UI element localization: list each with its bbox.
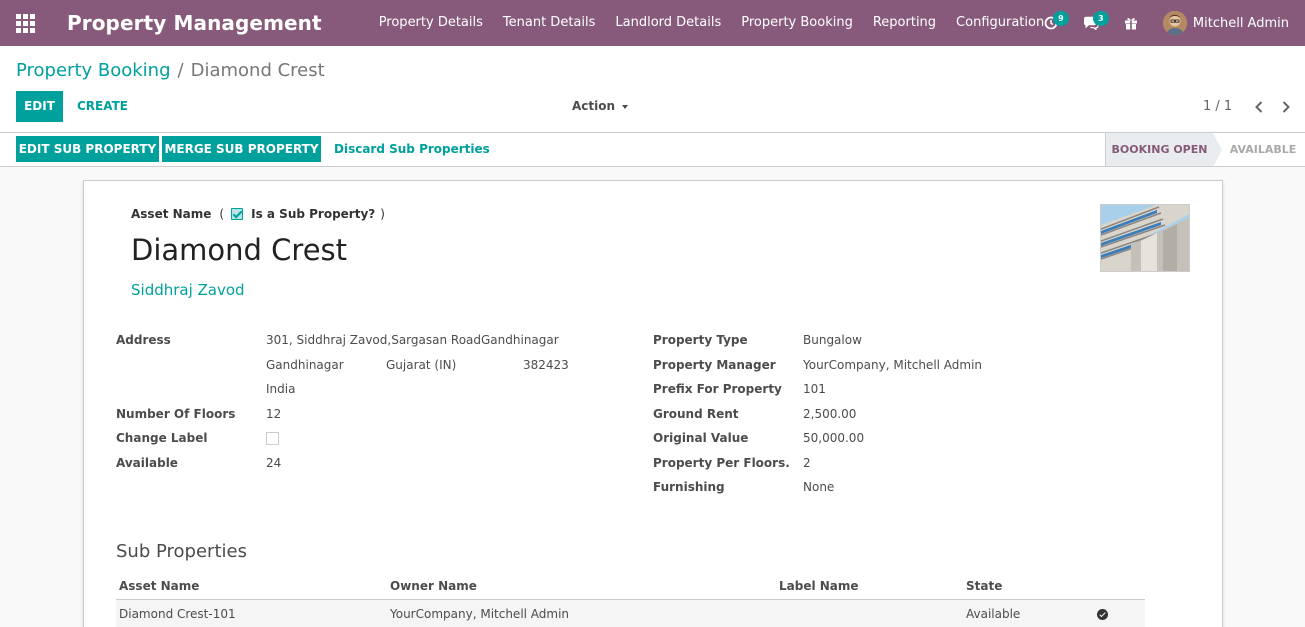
is-sub-property-checkbox[interactable] <box>231 208 244 220</box>
prefix-label: Prefix For Property <box>653 382 782 396</box>
messages-badge: 3 <box>1092 11 1109 26</box>
available-label: Available <box>116 456 178 470</box>
column-state[interactable]: State <box>966 579 1002 593</box>
address-state[interactable]: Gujarat (IN) <box>386 358 456 372</box>
menu-item-tenant-details[interactable]: Tenant Details <box>493 0 605 46</box>
original-value-label: Original Value <box>653 431 749 445</box>
property-per-floors-value[interactable]: 2 <box>803 456 811 470</box>
property-owner-link[interactable]: Siddhraj Zavod <box>131 281 245 299</box>
user-name: Mitchell Admin <box>1192 15 1289 31</box>
pager-next-icon[interactable] <box>1276 91 1296 122</box>
top-navbar: Property Management Property Details Ten… <box>0 0 1305 46</box>
floors-value[interactable]: 12 <box>266 407 281 421</box>
table-row[interactable]: Diamond Crest-101 YourCompany, Mitchell … <box>116 600 1145 627</box>
column-label-name[interactable]: Label Name <box>779 579 859 593</box>
ground-rent-value[interactable]: 2,500.00 <box>803 407 856 421</box>
paren-close: ) <box>380 207 385 221</box>
menu-item-property-details[interactable]: Property Details <box>369 0 493 46</box>
row-owner-name: YourCompany, Mitchell Admin <box>390 607 570 621</box>
systray: 9 3 Mitchell Admin <box>1031 0 1305 46</box>
property-manager-value[interactable]: YourCompany, Mitchell Admin <box>803 358 982 372</box>
address-label: Address <box>116 333 171 347</box>
pager-value[interactable]: 1 / 1 <box>1203 91 1232 122</box>
is-sub-property-label: Is a Sub Property? <box>251 207 376 221</box>
activity-badge: 9 <box>1052 11 1069 26</box>
original-value-value[interactable]: 50,000.00 <box>803 431 864 445</box>
breadcrumb-current: Diamond Crest <box>190 60 325 81</box>
edit-button[interactable]: EDIT <box>16 91 63 122</box>
address-city[interactable]: Gandhinagar <box>266 358 344 372</box>
floors-label: Number Of Floors <box>116 407 236 421</box>
property-type-value[interactable]: Bungalow <box>803 333 862 347</box>
furnishing-label: Furnishing <box>653 480 725 494</box>
edit-sub-property-button[interactable]: EDIT SUB PROPERTY <box>16 136 159 162</box>
form-statusbar: EDIT SUB PROPERTY MERGE SUB PROPERTY Dis… <box>0 133 1305 167</box>
row-state: Available <box>966 607 1021 621</box>
create-button[interactable]: CREATE <box>77 91 128 122</box>
form-sheet: Asset Name ( Is a Sub Property? ) Diamon… <box>83 180 1223 627</box>
user-menu[interactable]: Mitchell Admin <box>1151 0 1305 46</box>
activity-clock-icon[interactable]: 9 <box>1031 0 1071 46</box>
check-circle-icon[interactable] <box>1097 609 1108 620</box>
property-per-floors-label: Property Per Floors. <box>653 456 790 470</box>
breadcrumb-property-booking[interactable]: Property Booking <box>16 60 171 81</box>
column-owner-name[interactable]: Owner Name <box>390 579 477 593</box>
address-country[interactable]: India <box>266 382 295 396</box>
available-value[interactable]: 24 <box>266 456 281 470</box>
asset-name-header: Asset Name ( Is a Sub Property? ) <box>131 207 388 221</box>
apps-menu-icon[interactable] <box>0 0 50 46</box>
caret-down-icon <box>622 104 629 109</box>
gift-icon[interactable] <box>1111 0 1151 46</box>
breadcrumb: Property Booking / Diamond Crest <box>16 60 325 81</box>
breadcrumb-separator: / <box>177 60 184 81</box>
control-panel: Property Booking / Diamond Crest EDIT CR… <box>0 46 1305 133</box>
property-type-label: Property Type <box>653 333 748 347</box>
property-name[interactable]: Diamond Crest <box>131 233 347 267</box>
address-street[interactable]: 301, Siddhraj Zavod,Sargasan RoadGandhin… <box>266 333 559 347</box>
main-menu: Property Details Tenant Details Landlord… <box>369 0 1055 46</box>
stage-available[interactable]: AVAILABLE <box>1213 133 1305 166</box>
paren-open: ( <box>219 207 225 221</box>
sub-properties-title: Sub Properties <box>116 541 247 562</box>
messages-chat-icon[interactable]: 3 <box>1071 0 1111 46</box>
furnishing-value[interactable]: None <box>803 480 834 494</box>
sub-properties-table: Asset Name Owner Name Label Name State D… <box>116 574 1145 627</box>
merge-sub-property-button[interactable]: MERGE SUB PROPERTY <box>162 136 321 162</box>
stage-booking-open[interactable]: BOOKING OPEN <box>1105 133 1213 166</box>
row-asset-name: Diamond Crest-101 <box>119 607 236 621</box>
app-brand[interactable]: Property Management <box>67 11 322 35</box>
table-header: Asset Name Owner Name Label Name State <box>116 574 1145 600</box>
discard-sub-properties-button[interactable]: Discard Sub Properties <box>334 136 490 162</box>
column-asset-name[interactable]: Asset Name <box>119 579 199 593</box>
action-label: Action <box>572 99 616 113</box>
property-manager-label: Property Manager <box>653 358 776 372</box>
change-label-checkbox[interactable] <box>266 432 279 445</box>
menu-item-landlord-details[interactable]: Landlord Details <box>605 0 731 46</box>
menu-item-reporting[interactable]: Reporting <box>863 0 946 46</box>
pager-previous-icon[interactable] <box>1249 91 1269 122</box>
asset-name-label: Asset Name <box>131 207 212 221</box>
property-image[interactable] <box>1100 204 1190 272</box>
menu-item-property-booking[interactable]: Property Booking <box>731 0 863 46</box>
prefix-value[interactable]: 101 <box>803 382 826 396</box>
address-zip[interactable]: 382423 <box>523 358 569 372</box>
ground-rent-label: Ground Rent <box>653 407 739 421</box>
user-avatar <box>1162 11 1187 35</box>
action-dropdown[interactable]: Action <box>572 91 629 122</box>
change-label-label: Change Label <box>116 431 208 445</box>
